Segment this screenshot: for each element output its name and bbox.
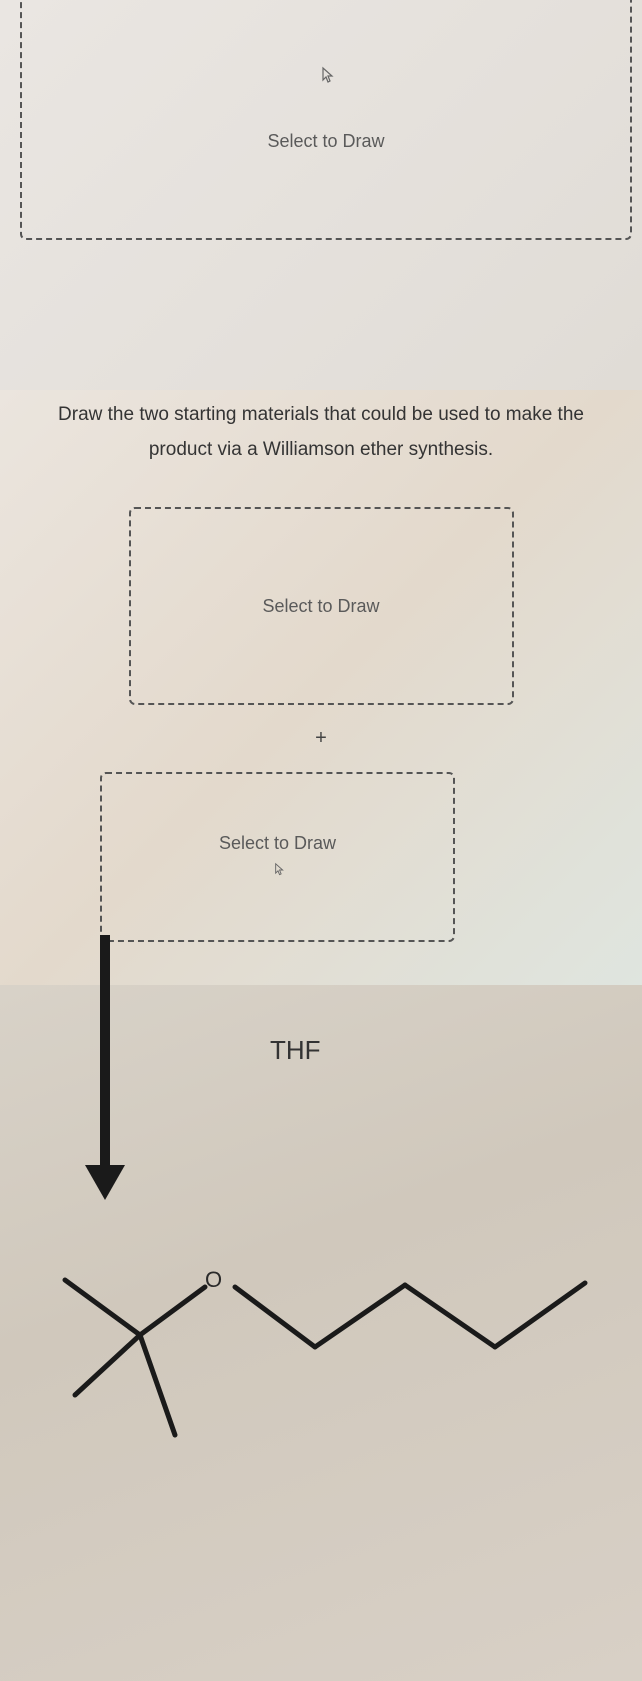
panel-product: THF O [0, 985, 642, 1681]
drawing-area-1[interactable]: Select to Draw [20, 0, 632, 240]
panel-top: Select to Draw [0, 0, 642, 390]
draw-placeholder-a: Select to Draw [262, 596, 379, 617]
question-text-line1: Draw the two starting materials that cou… [0, 398, 642, 433]
draw-placeholder-1: Select to Draw [267, 131, 384, 152]
pointer-icon [317, 66, 335, 91]
question-text-line2: product via a Williamson ether synthesis… [0, 433, 642, 468]
panel-question: Draw the two starting materials that cou… [0, 390, 642, 985]
drawing-area-reactant-a[interactable]: Select to Draw [129, 507, 514, 705]
drawing-area-reactant-b[interactable]: Select to Draw [100, 772, 455, 942]
plus-symbol: + [0, 727, 642, 750]
pointer-icon-small [271, 862, 285, 881]
reaction-arrow-icon [70, 935, 140, 1205]
product-molecule-structure [30, 1225, 620, 1575]
reactants-container: Select to Draw + Select to Draw [0, 507, 642, 942]
draw-placeholder-b: Select to Draw [219, 833, 336, 854]
solvent-label: THF [270, 1035, 321, 1066]
